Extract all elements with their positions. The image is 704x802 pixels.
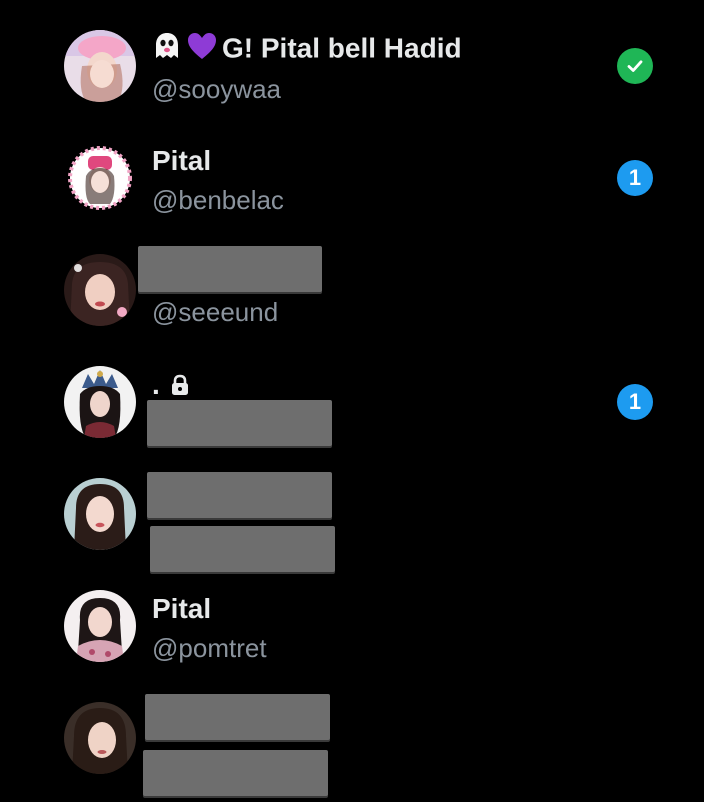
avatar bbox=[64, 30, 136, 102]
display-name-text: . bbox=[152, 369, 160, 400]
avatar bbox=[64, 142, 136, 214]
account-row-sooywaa[interactable]: G! Pital bell Hadid @sooywaa bbox=[0, 10, 704, 122]
username: @benbelac bbox=[152, 185, 284, 215]
check-icon bbox=[617, 48, 653, 84]
username: @pomtret bbox=[152, 633, 267, 663]
account-switcher-list: G! Pital bell Hadid @sooywaa Pital @benb… bbox=[0, 0, 704, 802]
display-name: Pital bbox=[152, 593, 212, 624]
ghost-icon bbox=[152, 31, 182, 69]
account-row-private[interactable]: . 1 bbox=[0, 346, 704, 458]
redacted-display-name bbox=[145, 694, 330, 740]
account-row-redacted[interactable] bbox=[0, 458, 704, 572]
redacted-display-name bbox=[138, 246, 322, 292]
display-name: G! Pital bell Hadid bbox=[152, 31, 462, 69]
account-row-seeeund[interactable]: @seeeund bbox=[0, 234, 704, 346]
avatar bbox=[64, 254, 136, 326]
display-name-text: G! Pital bell Hadid bbox=[222, 32, 462, 64]
avatar bbox=[64, 478, 136, 550]
avatar bbox=[64, 702, 136, 774]
avatar bbox=[64, 366, 136, 438]
redacted-username bbox=[150, 526, 335, 572]
display-name: Pital bbox=[152, 145, 212, 176]
display-name: . bbox=[152, 368, 190, 404]
account-row-redacted[interactable] bbox=[0, 682, 704, 796]
purple-heart-icon bbox=[186, 31, 218, 69]
redacted-display-name bbox=[147, 472, 332, 518]
unread-count-badge: 1 bbox=[617, 384, 653, 420]
lock-icon bbox=[170, 370, 190, 404]
unread-count-badge: 1 bbox=[617, 160, 653, 196]
avatar bbox=[64, 590, 136, 662]
account-row-benbelac[interactable]: Pital @benbelac 1 bbox=[0, 122, 704, 234]
username: @seeeund bbox=[152, 297, 279, 327]
username: @sooywaa bbox=[152, 74, 282, 104]
redacted-username bbox=[143, 750, 328, 796]
account-row-pomtret[interactable]: Pital @pomtret bbox=[0, 570, 704, 682]
redacted-username bbox=[147, 400, 332, 446]
